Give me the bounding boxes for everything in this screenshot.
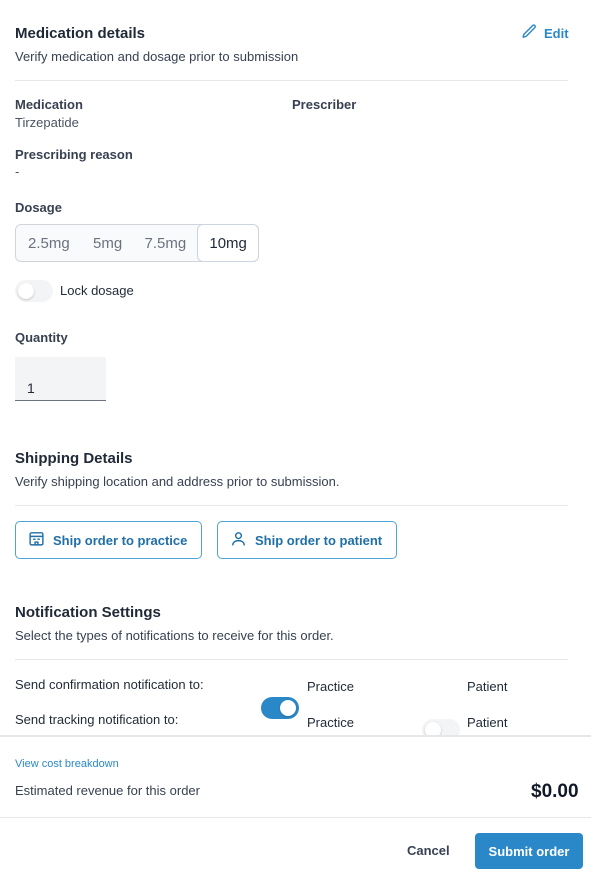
lock-dosage-label: Lock dosage	[60, 283, 134, 298]
prescribing-reason-value: -	[15, 164, 20, 179]
dosage-option-2.5mg[interactable]: 2.5mg	[16, 225, 82, 261]
ship-to-practice-button[interactable]: Ship order to practice	[15, 521, 202, 559]
submit-order-button[interactable]: Submit order	[475, 833, 583, 869]
user-icon	[230, 530, 247, 550]
notification-settings-title: Notification Settings	[15, 604, 161, 621]
ship-to-patient-button[interactable]: Ship order to patient	[217, 521, 397, 559]
prescribing-reason-label: Prescribing reason	[15, 147, 133, 162]
footer-divider	[0, 735, 591, 737]
medication-value: Tirzepatide	[15, 115, 79, 130]
ship-to-practice-label: Ship order to practice	[53, 532, 188, 548]
view-cost-breakdown-link[interactable]: View cost breakdown	[15, 758, 119, 770]
dosage-option-7.5mg[interactable]: 7.5mg	[134, 225, 198, 261]
ship-to-patient-label: Ship order to patient	[255, 532, 383, 548]
confirmation-practice-label: Practice	[307, 679, 354, 694]
dosage-option-10mg[interactable]: 10mg	[197, 224, 259, 262]
cancel-button[interactable]: Cancel	[407, 843, 450, 858]
divider	[15, 80, 568, 81]
pencil-icon	[521, 23, 538, 43]
estimated-revenue-label: Estimated revenue for this order	[15, 783, 200, 798]
confirmation-practice-toggle[interactable]	[261, 697, 299, 719]
lock-dosage-toggle[interactable]	[15, 280, 53, 302]
quantity-input[interactable]	[15, 357, 106, 401]
notification-settings-subtitle: Select the types of notifications to rec…	[15, 628, 334, 643]
building-icon	[28, 530, 45, 550]
medication-details-title: Medication details	[15, 25, 146, 42]
quantity-label: Quantity	[15, 330, 68, 345]
tracking-notification-label: Send tracking notification to:	[15, 712, 179, 727]
divider	[15, 505, 568, 506]
dosage-label: Dosage	[15, 200, 62, 215]
toggle-knob	[18, 283, 34, 299]
dosage-selector[interactable]: 2.5mg 5mg 7.5mg 10mg	[15, 224, 259, 262]
medication-label: Medication	[15, 97, 83, 112]
confirmation-notification-label: Send confirmation notification to:	[15, 677, 204, 692]
tracking-patient-label: Patient	[467, 715, 508, 730]
divider	[15, 659, 568, 660]
tracking-practice-label: Practice	[307, 715, 354, 730]
shipping-details-subtitle: Verify shipping location and address pri…	[15, 474, 340, 489]
dosage-option-5mg[interactable]: 5mg	[82, 225, 134, 261]
shipping-details-title: Shipping Details	[15, 450, 133, 467]
medication-details-subtitle: Verify medication and dosage prior to su…	[15, 49, 299, 64]
edit-button[interactable]: Edit	[521, 23, 569, 43]
confirmation-patient-label: Patient	[467, 679, 508, 694]
divider	[0, 817, 591, 818]
toggle-knob	[280, 700, 296, 716]
edit-button-label: Edit	[544, 25, 569, 41]
estimated-revenue-value: $0.00	[531, 781, 579, 802]
prescriber-label: Prescriber	[292, 97, 357, 112]
